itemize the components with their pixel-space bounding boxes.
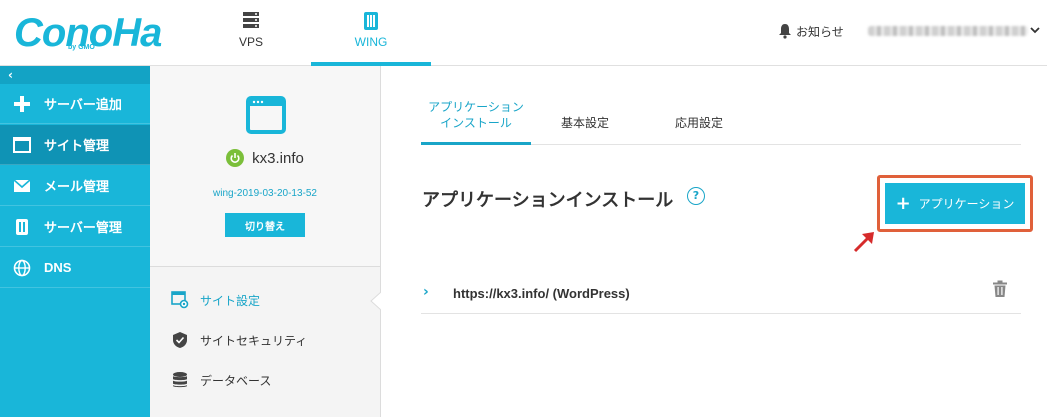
- account-name-redacted: [868, 26, 1028, 36]
- sub-nav-database[interactable]: データベース: [150, 360, 380, 400]
- site-card: kx3.info wing-2019-03-20-13-52 切り替え: [150, 66, 380, 267]
- plus-icon: +: [895, 192, 911, 214]
- server-manage-icon: [12, 217, 32, 237]
- app-url: https://kx3.info/ (WordPress): [453, 286, 630, 301]
- wing-icon: [364, 12, 378, 30]
- site-name: kx3.info: [252, 149, 304, 167]
- main-content: アプリケーション インストール 基本設定 応用設定 アプリケーションインストール…: [382, 66, 1047, 417]
- tab-vps-label: VPS: [238, 35, 263, 49]
- tab-basic-settings[interactable]: 基本設定: [537, 96, 633, 145]
- globe-icon: [12, 258, 32, 278]
- sidebar-item-site-management[interactable]: サイト管理: [0, 125, 150, 165]
- notice-label: お知らせ: [796, 24, 844, 39]
- chevron-down-icon: [1030, 27, 1040, 34]
- site-settings-icon: [171, 291, 189, 309]
- sidebar-item-server-management[interactable]: サーバー管理: [0, 207, 150, 247]
- database-icon: [171, 371, 189, 389]
- sub-nav-label: サイト設定: [200, 293, 261, 308]
- tab-vps[interactable]: VPS: [191, 0, 311, 66]
- tab-wing[interactable]: WING: [311, 0, 431, 66]
- sidebar-item-dns[interactable]: DNS: [0, 248, 150, 288]
- site-name-row: kx3.info: [150, 149, 380, 167]
- tab-label-line2: インストール: [440, 116, 512, 130]
- app-row[interactable]: › https://kx3.info/ (WordPress): [421, 272, 1021, 314]
- shield-icon: [171, 331, 189, 349]
- conoha-logo[interactable]: ConoHa by GMO: [14, 10, 162, 56]
- sidebar-item-label: メール管理: [44, 179, 110, 194]
- server-icon: [243, 12, 259, 28]
- tab-app-install[interactable]: アプリケーション インストール: [421, 96, 531, 145]
- sub-nav-label: サイトセキュリティ: [200, 333, 308, 348]
- site-panel: kx3.info wing-2019-03-20-13-52 切り替え サイト設…: [150, 66, 381, 417]
- window-icon: [12, 135, 32, 155]
- sidebar-item-add-server[interactable]: サーバー追加: [0, 84, 150, 124]
- sub-nav-site-settings[interactable]: サイト設定: [150, 280, 380, 320]
- arrow-annotation-icon: [853, 232, 874, 253]
- site-id: wing-2019-03-20-13-52: [213, 188, 317, 199]
- notice-link[interactable]: お知らせ: [778, 20, 844, 42]
- sidebar-item-mail[interactable]: メール管理: [0, 166, 150, 206]
- logo-sub: by GMO: [68, 44, 95, 51]
- help-icon[interactable]: ?: [687, 187, 705, 205]
- tab-label: 応用設定: [674, 116, 723, 130]
- sub-nav-site-security[interactable]: サイトセキュリティ: [150, 320, 380, 360]
- content-tabs: アプリケーション インストール 基本設定 応用設定: [421, 96, 1021, 145]
- active-pointer: [370, 292, 381, 310]
- tab-advanced-settings[interactable]: 応用設定: [649, 96, 749, 145]
- switch-site-button[interactable]: 切り替え: [225, 213, 305, 237]
- add-application-button[interactable]: + アプリケーション: [885, 183, 1025, 224]
- power-status-icon: [226, 149, 245, 167]
- trash-icon[interactable]: [992, 280, 1008, 298]
- plus-icon: [12, 94, 32, 114]
- section-title: アプリケーションインストール: [422, 190, 674, 211]
- mail-icon: [12, 176, 32, 196]
- site-window-icon: [246, 96, 286, 134]
- bell-icon: [779, 24, 791, 39]
- account-menu[interactable]: [868, 22, 1040, 40]
- chevron-right-icon[interactable]: ›: [423, 284, 429, 300]
- sidebar-item-label: サーバー管理: [44, 220, 122, 235]
- sidebar-item-label: DNS: [44, 260, 72, 275]
- sidebar-item-label: サーバー追加: [44, 97, 122, 112]
- sidebar-collapse-button[interactable]: ‹: [0, 66, 150, 84]
- sidebar: ‹ サーバー追加 サイト管理 メール管理 サーバー管理 DNS: [0, 66, 150, 417]
- sidebar-item-label: サイト管理: [44, 138, 110, 153]
- tab-label-line1: アプリケーション: [428, 100, 524, 114]
- tab-wing-label: WING: [354, 35, 388, 49]
- tab-label: 基本設定: [560, 116, 609, 130]
- chevron-left-icon: ‹: [8, 68, 13, 82]
- top-header: ConoHa by GMO VPS WING お知らせ: [0, 0, 1047, 66]
- sub-nav-label: データベース: [200, 373, 272, 388]
- add-application-label: アプリケーション: [918, 197, 1015, 211]
